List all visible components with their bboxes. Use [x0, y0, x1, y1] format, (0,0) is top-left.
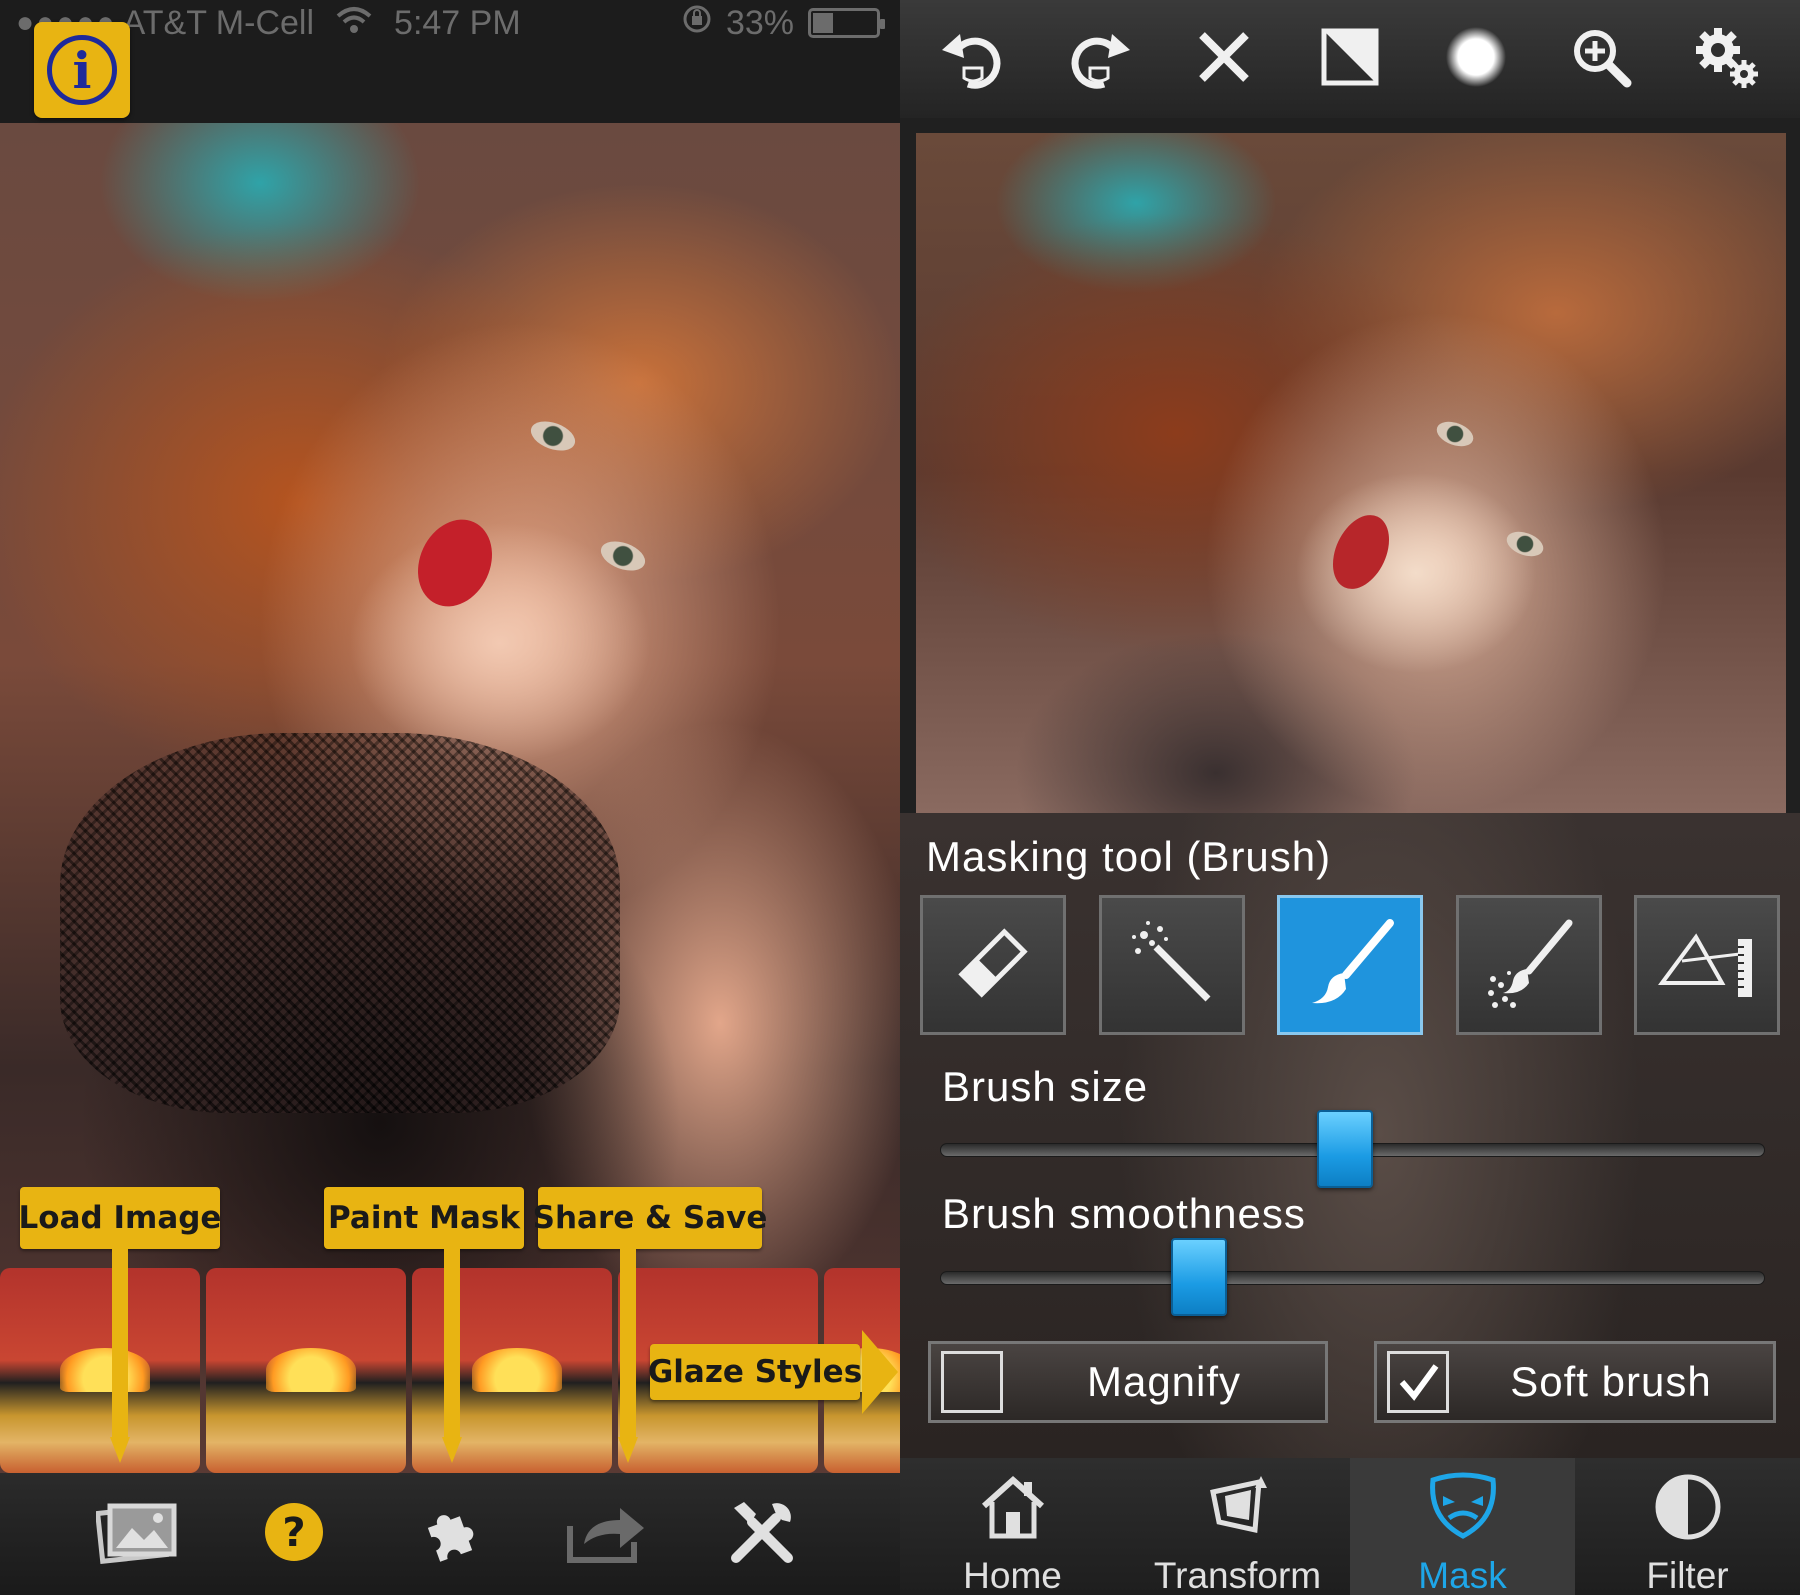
brush-size-slider[interactable]: [940, 1110, 1765, 1188]
photo-detail: [404, 507, 506, 619]
brush-preview-button[interactable]: [1431, 14, 1521, 104]
filter-icon: [1653, 1472, 1723, 1551]
gallery-icon: [94, 1500, 180, 1569]
transform-icon: [1203, 1472, 1273, 1551]
magnify-label: Magnify: [1086, 1358, 1242, 1405]
settings-button[interactable]: [1682, 14, 1772, 104]
tools-icon: [724, 1494, 800, 1575]
brush-tool-button[interactable]: [1277, 895, 1423, 1035]
brush-smoothness-label: Brush smoothness: [942, 1190, 1306, 1237]
panel-title: Masking tool (Brush): [926, 833, 1332, 880]
close-icon: [1194, 27, 1254, 92]
wifi-icon: [336, 4, 372, 43]
guide-tag-load-image: Load Image: [19, 1187, 221, 1249]
guide-tag-glaze-styles: Glaze Styles: [648, 1344, 862, 1400]
soft-brush-label: Soft brush: [1510, 1358, 1712, 1405]
soft-brush-toggle[interactable]: Soft brush: [1374, 1341, 1776, 1423]
rotation-lock-icon: [682, 4, 712, 43]
checkmark-icon: [1399, 1364, 1439, 1401]
left-screen: ●●●●● AT&T M-Cell 5:47 PM 33% i Load Ima…: [0, 0, 900, 1595]
guide-pointer: [618, 1249, 638, 1463]
guide-pointer: [442, 1249, 462, 1463]
undo-icon: [938, 22, 1008, 97]
spray-brush-icon: [1479, 913, 1579, 1018]
brush-icon: [1300, 913, 1400, 1018]
zoom-in-icon: [1569, 25, 1633, 94]
eraser-tool-button[interactable]: [920, 895, 1066, 1035]
photo-detail: [60, 733, 620, 1113]
nav-home[interactable]: Home: [900, 1458, 1125, 1595]
nav-mask-label: Mask: [1418, 1555, 1507, 1595]
settings-icon: [1692, 22, 1762, 97]
photo-detail: [596, 535, 650, 577]
brush-dot-icon: [1444, 25, 1508, 94]
info-button[interactable]: i: [34, 22, 130, 118]
guide-tag-share-save: Share & Save: [533, 1187, 767, 1249]
nav-filter[interactable]: Filter: [1575, 1458, 1800, 1595]
nav-home-label: Home: [963, 1555, 1062, 1595]
bottom-toolbar: ?: [0, 1473, 900, 1595]
settings-tools-button[interactable]: [717, 1489, 807, 1579]
photo-detail: [526, 415, 580, 457]
masking-tool-selector: [920, 895, 1780, 1035]
style-thumbnail[interactable]: [206, 1268, 406, 1473]
guide-arrow-right: [862, 1330, 898, 1414]
style-thumbnail[interactable]: [0, 1268, 200, 1473]
redo-icon: [1064, 22, 1134, 97]
brush-smoothness-handle[interactable]: [1171, 1238, 1227, 1316]
clear-mask-button[interactable]: [1179, 14, 1269, 104]
plugins-button[interactable]: [405, 1489, 495, 1579]
battery-percent: 33%: [725, 3, 794, 42]
brush-size-label: Brush size: [942, 1063, 1149, 1110]
share-icon: [564, 1500, 648, 1569]
masking-panel: Masking tool (Brush) Brush size Brush sm…: [900, 813, 1800, 1458]
help-button[interactable]: ?: [249, 1489, 339, 1579]
magic-wand-icon: [1122, 913, 1222, 1018]
photo-detail: [1321, 506, 1401, 598]
photo-detail: [1503, 527, 1547, 561]
mask-icon: [1425, 1472, 1501, 1551]
redo-button[interactable]: [1054, 14, 1144, 104]
photo-detail: [1433, 417, 1477, 451]
help-icon: ?: [263, 1501, 325, 1568]
mask-canvas[interactable]: [916, 133, 1786, 813]
gradient-ruler-icon: [1652, 913, 1762, 1018]
nav-mask[interactable]: Mask: [1350, 1458, 1575, 1595]
soft-brush-checkbox[interactable]: [1387, 1351, 1449, 1413]
gradient-tool-button[interactable]: [1634, 895, 1780, 1035]
invert-mask-button[interactable]: [1305, 14, 1395, 104]
spray-brush-tool-button[interactable]: [1455, 895, 1602, 1035]
nav-transform-label: Transform: [1153, 1555, 1322, 1595]
info-icon: i: [47, 35, 117, 105]
nav-transform[interactable]: Transform: [1125, 1458, 1350, 1595]
home-icon: [978, 1472, 1048, 1551]
brush-size-handle[interactable]: [1317, 1110, 1373, 1188]
magnify-checkbox[interactable]: [941, 1351, 1003, 1413]
carrier: AT&T M-Cell: [122, 3, 315, 42]
status-bar: ●●●●● AT&T M-Cell 5:47 PM 33%: [0, 0, 900, 46]
bottom-navigation: Home Transform Mask Filter: [900, 1458, 1800, 1595]
nav-filter-label: Filter: [1646, 1555, 1729, 1595]
puzzle-icon: [419, 1501, 481, 1568]
magic-wand-tool-button[interactable]: [1098, 895, 1245, 1035]
brush-smoothness-slider[interactable]: [940, 1238, 1765, 1316]
right-screen: Masking tool (Brush) Brush size Brush sm…: [900, 0, 1800, 1595]
guide-tag-paint-mask: Paint Mask: [324, 1187, 524, 1249]
battery-icon: [808, 8, 885, 38]
svg-text:?: ?: [282, 1510, 305, 1556]
load-image-button[interactable]: [93, 1489, 183, 1579]
invert-icon: [1320, 27, 1380, 92]
battery-fill: [813, 13, 833, 33]
zoom-button[interactable]: [1556, 14, 1646, 104]
guide-pointer: [110, 1249, 130, 1463]
magnify-toggle[interactable]: Magnify: [928, 1341, 1328, 1423]
clock: 5:47 PM: [394, 3, 521, 42]
top-toolbar: [900, 0, 1800, 118]
share-button[interactable]: [561, 1489, 651, 1579]
eraser-icon: [943, 913, 1043, 1018]
undo-button[interactable]: [928, 14, 1018, 104]
